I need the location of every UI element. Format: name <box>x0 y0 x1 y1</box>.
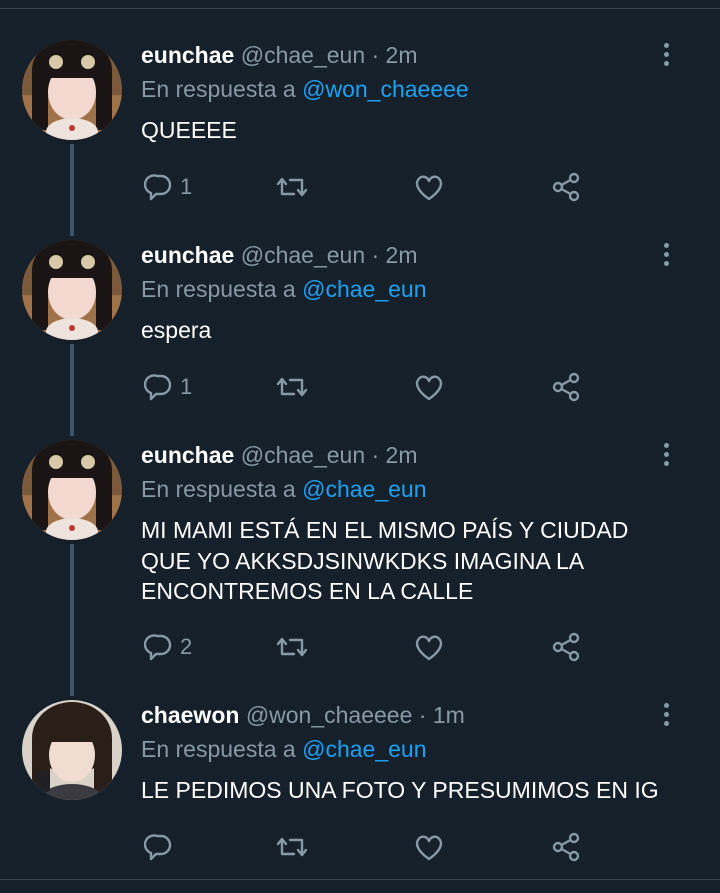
reply-button[interactable] <box>144 830 180 864</box>
reply-prefix: En respuesta a <box>141 276 303 302</box>
top-divider <box>0 8 720 9</box>
avatar[interactable] <box>22 440 122 540</box>
display-name[interactable]: eunchae <box>141 242 234 268</box>
tweet-header: eunchae @chae_eun · 2m <box>141 40 418 70</box>
display-name[interactable]: eunchae <box>141 42 234 68</box>
like-icon <box>415 175 443 201</box>
tweet-header: eunchae @chae_eun · 2m <box>141 440 418 470</box>
share-button[interactable] <box>550 830 582 864</box>
avatar-chaewon-image <box>22 700 122 800</box>
like-button[interactable] <box>413 170 445 204</box>
display-name[interactable]: chaewon <box>141 702 239 728</box>
reply-context: En respuesta a @chae_eun <box>141 274 427 304</box>
reply-context: En respuesta a @won_chaeeee <box>141 74 469 104</box>
share-icon <box>552 832 580 862</box>
share-button[interactable] <box>550 170 582 204</box>
retweet-icon <box>276 837 308 857</box>
retweet-icon <box>276 637 308 657</box>
like-button[interactable] <box>413 830 445 864</box>
tweet[interactable]: eunchae @chae_eun · 2m En respuesta a @c… <box>0 240 720 410</box>
reply-button[interactable]: 2 <box>144 630 192 664</box>
share-icon <box>552 172 580 202</box>
reply-icon <box>144 174 172 201</box>
share-icon <box>552 372 580 402</box>
like-button[interactable] <box>413 370 445 404</box>
retweet-button[interactable] <box>275 830 309 864</box>
reply-mention[interactable]: @won_chaeeee <box>302 76 469 102</box>
tweet-actions: 2 <box>140 630 600 664</box>
handle-and-time: @won_chaeeee · 1m <box>245 702 465 728</box>
tweet[interactable]: eunchae @chae_eun · 2m En respuesta a @w… <box>0 40 720 210</box>
avatar[interactable] <box>22 240 122 340</box>
like-button[interactable] <box>413 630 445 664</box>
tweet-text: MI MAMI ESTÁ EN EL MISMO PAÍS Y CIUDAD Q… <box>141 517 629 604</box>
bottom-divider <box>0 879 720 880</box>
reply-context: En respuesta a @chae_eun <box>141 734 427 764</box>
tweet[interactable]: eunchae @chae_eun · 2m En respuesta a @c… <box>0 440 720 680</box>
reply-button[interactable]: 1 <box>144 370 192 404</box>
tweet[interactable]: chaewon @won_chaeeee · 1m En respuesta a… <box>0 700 720 870</box>
tweet-header: chaewon @won_chaeeee · 1m <box>141 700 465 730</box>
reply-icon <box>144 634 172 661</box>
avatar-eunchae-image <box>22 240 122 340</box>
retweet-icon <box>276 177 308 197</box>
reply-mention[interactable]: @chae_eun <box>302 476 426 502</box>
avatar[interactable] <box>22 40 122 140</box>
retweet-button[interactable] <box>275 170 309 204</box>
share-button[interactable] <box>550 630 582 664</box>
more-icon[interactable] <box>656 700 676 730</box>
reply-context: En respuesta a @chae_eun <box>141 474 427 504</box>
like-icon <box>415 635 443 661</box>
more-icon[interactable] <box>656 40 676 70</box>
tweet-actions: 1 <box>140 170 600 204</box>
avatar[interactable] <box>22 700 122 800</box>
retweet-button[interactable] <box>275 370 309 404</box>
reply-count: 1 <box>180 174 193 199</box>
handle-and-time: @chae_eun · 2m <box>240 242 418 268</box>
tweet-text: LE PEDIMOS UNA FOTO Y PRESUMIMOS EN IG <box>141 777 659 803</box>
avatar-eunchae-image <box>22 40 122 140</box>
reply-prefix: En respuesta a <box>141 736 303 762</box>
reply-icon <box>144 374 172 401</box>
retweet-icon <box>276 377 308 397</box>
tweet-text: QUEEEE <box>141 117 237 143</box>
reply-count: 2 <box>180 634 193 659</box>
more-icon[interactable] <box>656 440 676 470</box>
tweet-text: espera <box>141 317 212 343</box>
reply-button[interactable]: 1 <box>144 170 192 204</box>
display-name[interactable]: eunchae <box>141 442 234 468</box>
share-button[interactable] <box>550 370 582 404</box>
tweet-actions <box>140 830 600 864</box>
tweet-actions: 1 <box>140 370 600 404</box>
like-icon <box>415 375 443 401</box>
reply-mention[interactable]: @chae_eun <box>302 276 426 302</box>
reply-prefix: En respuesta a <box>141 476 303 502</box>
handle-and-time: @chae_eun · 2m <box>240 42 418 68</box>
more-icon[interactable] <box>656 240 676 270</box>
share-icon <box>552 632 580 662</box>
tweet-header: eunchae @chae_eun · 2m <box>141 240 418 270</box>
reply-prefix: En respuesta a <box>141 76 303 102</box>
reply-count: 1 <box>180 374 193 399</box>
reply-mention[interactable]: @chae_eun <box>302 736 426 762</box>
reply-icon <box>144 834 172 861</box>
avatar-eunchae-image <box>22 440 122 540</box>
like-icon <box>415 835 443 861</box>
handle-and-time: @chae_eun · 2m <box>240 442 418 468</box>
retweet-button[interactable] <box>275 630 309 664</box>
